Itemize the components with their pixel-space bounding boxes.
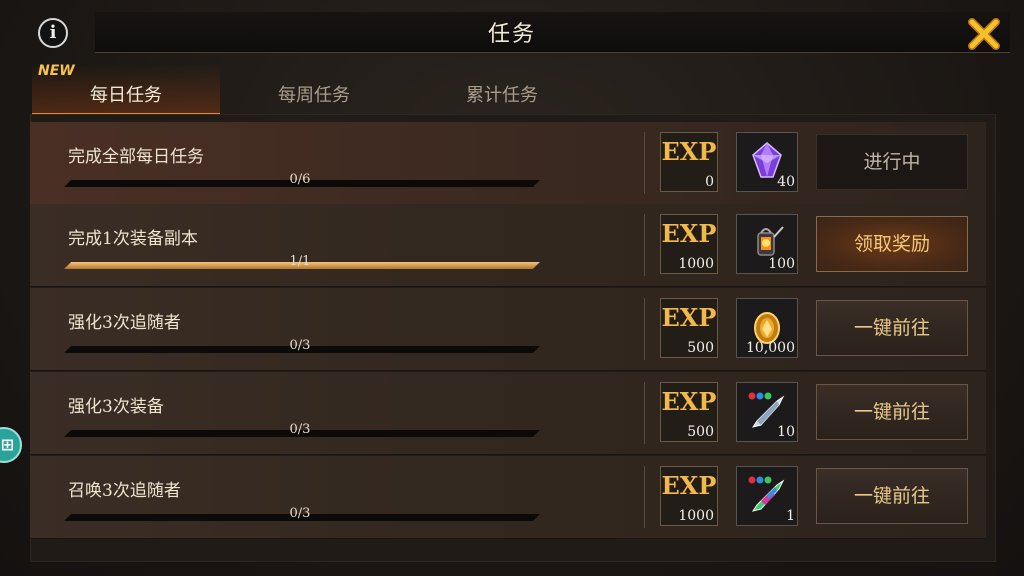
task-action-button[interactable]: 领取奖励 bbox=[816, 216, 968, 272]
divider bbox=[644, 132, 645, 194]
task-name: 完成全部每日任务 bbox=[68, 147, 204, 167]
item-reward[interactable]: 100 bbox=[736, 214, 798, 274]
progress-text: 0/3 bbox=[289, 338, 311, 353]
task-name: 完成1次装备副本 bbox=[68, 229, 198, 249]
exp-label: EXP bbox=[661, 471, 717, 500]
tab-weekly[interactable]: 每周任务 bbox=[220, 64, 408, 116]
exp-reward[interactable]: EXP 1000 bbox=[660, 466, 718, 526]
divider bbox=[644, 214, 645, 276]
exp-reward[interactable]: EXP 500 bbox=[660, 298, 718, 358]
item-reward[interactable]: 10 bbox=[736, 382, 798, 442]
task-name: 强化3次装备 bbox=[68, 397, 164, 417]
tab-label: 累计任务 bbox=[466, 85, 538, 106]
exp-reward[interactable]: EXP 500 bbox=[660, 382, 718, 442]
task-row: 强化3次追随者 0/3 EXP 500 10,000 一键前往 bbox=[30, 288, 986, 371]
item-reward[interactable]: 40 bbox=[736, 132, 798, 192]
task-action-button[interactable]: 一键前往 bbox=[816, 384, 968, 440]
exp-label: EXP bbox=[661, 137, 717, 166]
tab-cumulative[interactable]: 累计任务 bbox=[408, 64, 596, 116]
exp-value: 500 bbox=[687, 424, 714, 440]
info-button[interactable]: i bbox=[38, 18, 68, 48]
page-title: 任务 bbox=[487, 22, 536, 47]
tab-label: 每日任务 bbox=[90, 85, 162, 106]
task-name: 强化3次追随者 bbox=[68, 313, 181, 333]
item-count: 1 bbox=[786, 508, 795, 524]
exp-reward[interactable]: EXP 1000 bbox=[660, 214, 718, 274]
exp-value: 1000 bbox=[678, 508, 714, 524]
task-row: 强化3次装备 0/3 EXP 500 10 一键前往 bbox=[30, 372, 986, 455]
tab-daily[interactable]: NEW 每日任务 bbox=[32, 63, 220, 116]
tab-bar: NEW 每日任务 每周任务 累计任务 bbox=[32, 63, 592, 116]
exp-value: 0 bbox=[705, 174, 714, 190]
info-icon: i bbox=[49, 22, 57, 43]
divider bbox=[644, 298, 645, 360]
close-button[interactable] bbox=[964, 14, 1004, 54]
item-count: 10,000 bbox=[746, 340, 795, 356]
task-action-button: 进行中 bbox=[816, 134, 968, 190]
task-action-button[interactable]: 一键前往 bbox=[816, 300, 968, 356]
task-name: 召唤3次追随者 bbox=[68, 481, 181, 501]
new-badge: NEW bbox=[38, 63, 75, 79]
item-reward[interactable]: 1 bbox=[736, 466, 798, 526]
task-row: 完成全部每日任务 0/6 EXP 0 40 进行中 bbox=[30, 122, 986, 205]
exp-value: 1000 bbox=[678, 256, 714, 272]
item-count: 10 bbox=[777, 424, 795, 440]
divider bbox=[644, 382, 645, 444]
item-count: 100 bbox=[768, 256, 795, 272]
rainbow-crystal-icon bbox=[747, 475, 787, 515]
item-reward[interactable]: 10,000 bbox=[736, 298, 798, 358]
progress-text: 0/3 bbox=[289, 422, 311, 437]
divider bbox=[644, 466, 645, 528]
progress-text: 0/3 bbox=[289, 506, 311, 521]
exp-label: EXP bbox=[661, 387, 717, 416]
item-count: 40 bbox=[777, 174, 795, 190]
exp-reward[interactable]: EXP 0 bbox=[660, 132, 718, 192]
task-row: 召唤3次追随者 0/3 EXP 1000 1 一键前往 bbox=[30, 456, 986, 539]
task-row: 完成1次装备副本 1/1 EXP 1000 100 领取奖励 bbox=[30, 204, 986, 287]
tab-label: 每周任务 bbox=[278, 85, 350, 106]
exp-value: 500 bbox=[687, 340, 714, 356]
close-icon bbox=[968, 18, 1000, 50]
progress-text: 0/6 bbox=[289, 172, 311, 187]
exp-label: EXP bbox=[661, 219, 717, 248]
progress-text: 1/1 bbox=[289, 254, 311, 269]
exp-label: EXP bbox=[661, 303, 717, 332]
task-action-button[interactable]: 一键前往 bbox=[816, 468, 968, 524]
